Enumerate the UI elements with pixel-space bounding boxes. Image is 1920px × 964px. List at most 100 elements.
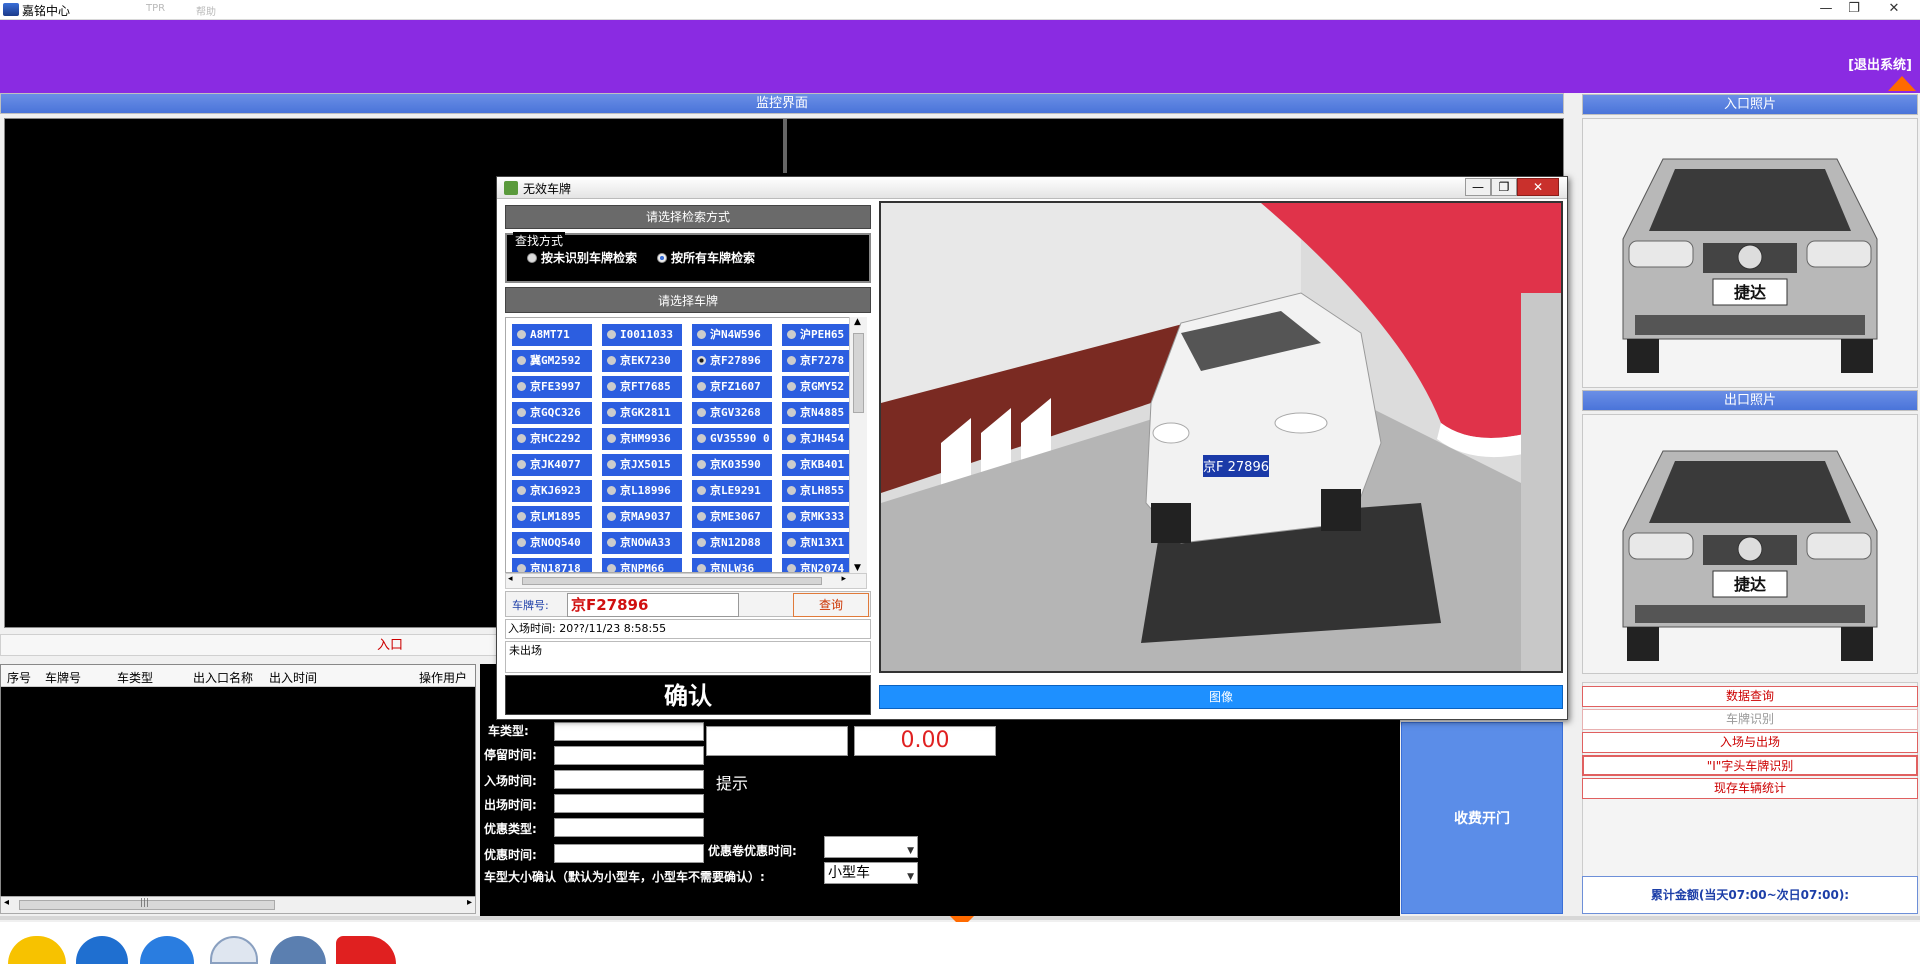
- plate-option[interactable]: 京FT7685: [602, 376, 682, 398]
- plate-option[interactable]: 京L18996: [602, 480, 682, 502]
- menu-i-prefix-recognition[interactable]: "I"字头车牌识别: [1582, 755, 1918, 776]
- plate-option[interactable]: 京GV3268: [692, 402, 772, 424]
- plate-option[interactable]: 京HM9936: [602, 428, 682, 450]
- scroll-left-icon[interactable]: ◂: [4, 897, 9, 908]
- charge-open-gate-button[interactable]: 收费开门: [1401, 722, 1563, 914]
- plate-option-label: 京GQC326: [530, 406, 581, 419]
- query-button[interactable]: 查询: [793, 593, 869, 617]
- plate-option[interactable]: 京FZ1607: [692, 376, 772, 398]
- plate-option[interactable]: 京MA9037: [602, 506, 682, 528]
- plate-option[interactable]: 京GQC326: [512, 402, 592, 424]
- plate-option[interactable]: 京GK2811: [602, 402, 682, 424]
- hint-label: 提示: [716, 774, 749, 793]
- column-header[interactable]: 出入时间: [269, 669, 317, 686]
- plate-option[interactable]: A8MT71: [512, 324, 592, 346]
- vscroll-thumb[interactable]: [853, 333, 864, 413]
- plate-grid-vscroll[interactable]: ▲ ▼: [849, 317, 867, 573]
- menu-vehicle-statistics[interactable]: 现存车辆统计: [1582, 778, 1918, 799]
- menu-data-query[interactable]: 数据查询: [1582, 686, 1918, 707]
- record-table[interactable]: 序号 车牌号 车类型 出入口名称 出入时间 操作用户: [0, 664, 476, 914]
- dialog-minimize-button[interactable]: —: [1465, 178, 1491, 196]
- plate-option[interactable]: 京NOWA33: [602, 532, 682, 554]
- stay-time-field[interactable]: [554, 746, 704, 765]
- plate-option-label: 京NOQ540: [530, 536, 581, 549]
- discount-time-field[interactable]: [554, 844, 704, 863]
- plate-option-label: 京GMY52: [800, 380, 845, 393]
- radio-unrecognized[interactable]: 按未识别车牌检索: [527, 249, 637, 266]
- plate-grid-hscroll[interactable]: ◂ ▸: [505, 573, 867, 589]
- plate-option[interactable]: 冀GM2592: [512, 350, 592, 372]
- plate-option[interactable]: 京ME3067: [692, 506, 772, 528]
- plate-radio-icon: [787, 408, 796, 417]
- discount-type-field[interactable]: [554, 818, 704, 837]
- invalid-plate-dialog: 无效车牌 — ❐ ✕ 请选择检索方式 查找方式 按未识别车牌检索 按所有车牌检索…: [496, 176, 1568, 720]
- coupon-time-select[interactable]: ▼: [824, 836, 918, 858]
- plate-option[interactable]: 沪N4W596: [692, 324, 772, 346]
- column-header[interactable]: 出入口名称: [193, 669, 253, 686]
- menu-entry-exit[interactable]: 入场与出场: [1582, 732, 1918, 753]
- plate-option-label: 京F27896: [710, 354, 761, 367]
- radio-all-plates[interactable]: 按所有车牌检索: [657, 249, 755, 266]
- record-table-scrollbar[interactable]: ◂ ||| ▸: [0, 896, 476, 914]
- plate-option[interactable]: 京JX5015: [602, 454, 682, 476]
- confirm-button[interactable]: 确认: [505, 675, 871, 715]
- plate-option[interactable]: 京N12D88: [692, 532, 772, 554]
- hscroll-thumb[interactable]: [522, 577, 822, 585]
- plate-option[interactable]: 京HC2292: [512, 428, 592, 450]
- plate-option[interactable]: 京LM1895: [512, 506, 592, 528]
- plate-option[interactable]: 京FE3997: [512, 376, 592, 398]
- exit-system-link[interactable]: [退出系统]: [1848, 54, 1912, 73]
- plate-option[interactable]: 京NOQ540: [512, 532, 592, 554]
- plate-option[interactable]: 京EK7230: [602, 350, 682, 372]
- column-header[interactable]: 车类型: [117, 669, 153, 686]
- collapse-arrow-icon[interactable]: [1888, 76, 1916, 91]
- plate-option-label: 沪PEH65: [800, 328, 845, 341]
- plate-option-label: 京NOWA33: [620, 536, 671, 549]
- column-header[interactable]: 序号: [7, 669, 31, 686]
- plate-option-label: 京ME3067: [710, 510, 761, 523]
- minimize-button[interactable]: —: [1814, 0, 1838, 18]
- scroll-down-icon[interactable]: ▼: [854, 563, 861, 573]
- scroll-right-icon[interactable]: ▸: [841, 574, 846, 584]
- plate-option[interactable]: 京N18718: [512, 558, 592, 572]
- plate-option[interactable]: 京LE9291: [692, 480, 772, 502]
- restore-button[interactable]: ❐: [1842, 0, 1866, 18]
- plate-option[interactable]: I0011033: [602, 324, 682, 346]
- dialog-close-button[interactable]: ✕: [1517, 178, 1559, 196]
- plate-option-label: 京N4885: [800, 406, 845, 419]
- plate-radio-icon: [607, 564, 616, 572]
- exit-photo: 捷达: [1582, 414, 1918, 674]
- plate-number-input[interactable]: 京F27896: [567, 593, 739, 617]
- close-button[interactable]: ✕: [1882, 0, 1906, 18]
- entry-car-image: 捷达: [1622, 158, 1878, 373]
- column-header[interactable]: 操作用户: [419, 669, 467, 686]
- plate-grid[interactable]: A8MT71 冀GM2592 京FE3997 京GQC326 京HC2292 京JK407…: [505, 317, 867, 573]
- column-header[interactable]: 车牌号: [45, 669, 81, 686]
- exit-time-field[interactable]: [554, 794, 704, 813]
- plate-radio-icon: [607, 330, 616, 339]
- scroll-up-icon[interactable]: ▲: [854, 317, 861, 327]
- plate-radio-icon: [607, 382, 616, 391]
- entry-time-field[interactable]: [554, 770, 704, 789]
- select-plate-bar: 请选择车牌: [505, 287, 871, 313]
- image-button[interactable]: 图像: [879, 685, 1563, 709]
- plate-option-label: 京EK7230: [620, 354, 671, 367]
- plate-option[interactable]: 京NLW36: [692, 558, 772, 572]
- scroll-left-icon[interactable]: ◂: [508, 574, 513, 584]
- plate-option[interactable]: 京F27896: [692, 350, 772, 372]
- plate-option[interactable]: 京JK4077: [512, 454, 592, 476]
- plate-option[interactable]: 京KJ6923: [512, 480, 592, 502]
- scroll-thumb[interactable]: |||: [19, 898, 275, 910]
- plate-option[interactable]: 京K03590: [692, 454, 772, 476]
- plate-option[interactable]: 京NPM66: [602, 558, 682, 572]
- plate-radio-icon: [697, 356, 706, 365]
- plate-option[interactable]: GV35590 0: [692, 428, 772, 450]
- window-title: 嘉铭中心: [22, 4, 71, 18]
- menu-plate-recognition[interactable]: 车牌识别: [1582, 709, 1918, 730]
- scroll-right-icon[interactable]: ▸: [467, 897, 472, 908]
- dialog-maximize-button[interactable]: ❐: [1491, 178, 1517, 196]
- plate-radio-icon: [517, 564, 526, 572]
- car-type-field[interactable]: [554, 722, 704, 741]
- plate-radio-icon: [697, 434, 706, 443]
- car-size-select[interactable]: 小型车 ▼: [824, 862, 918, 884]
